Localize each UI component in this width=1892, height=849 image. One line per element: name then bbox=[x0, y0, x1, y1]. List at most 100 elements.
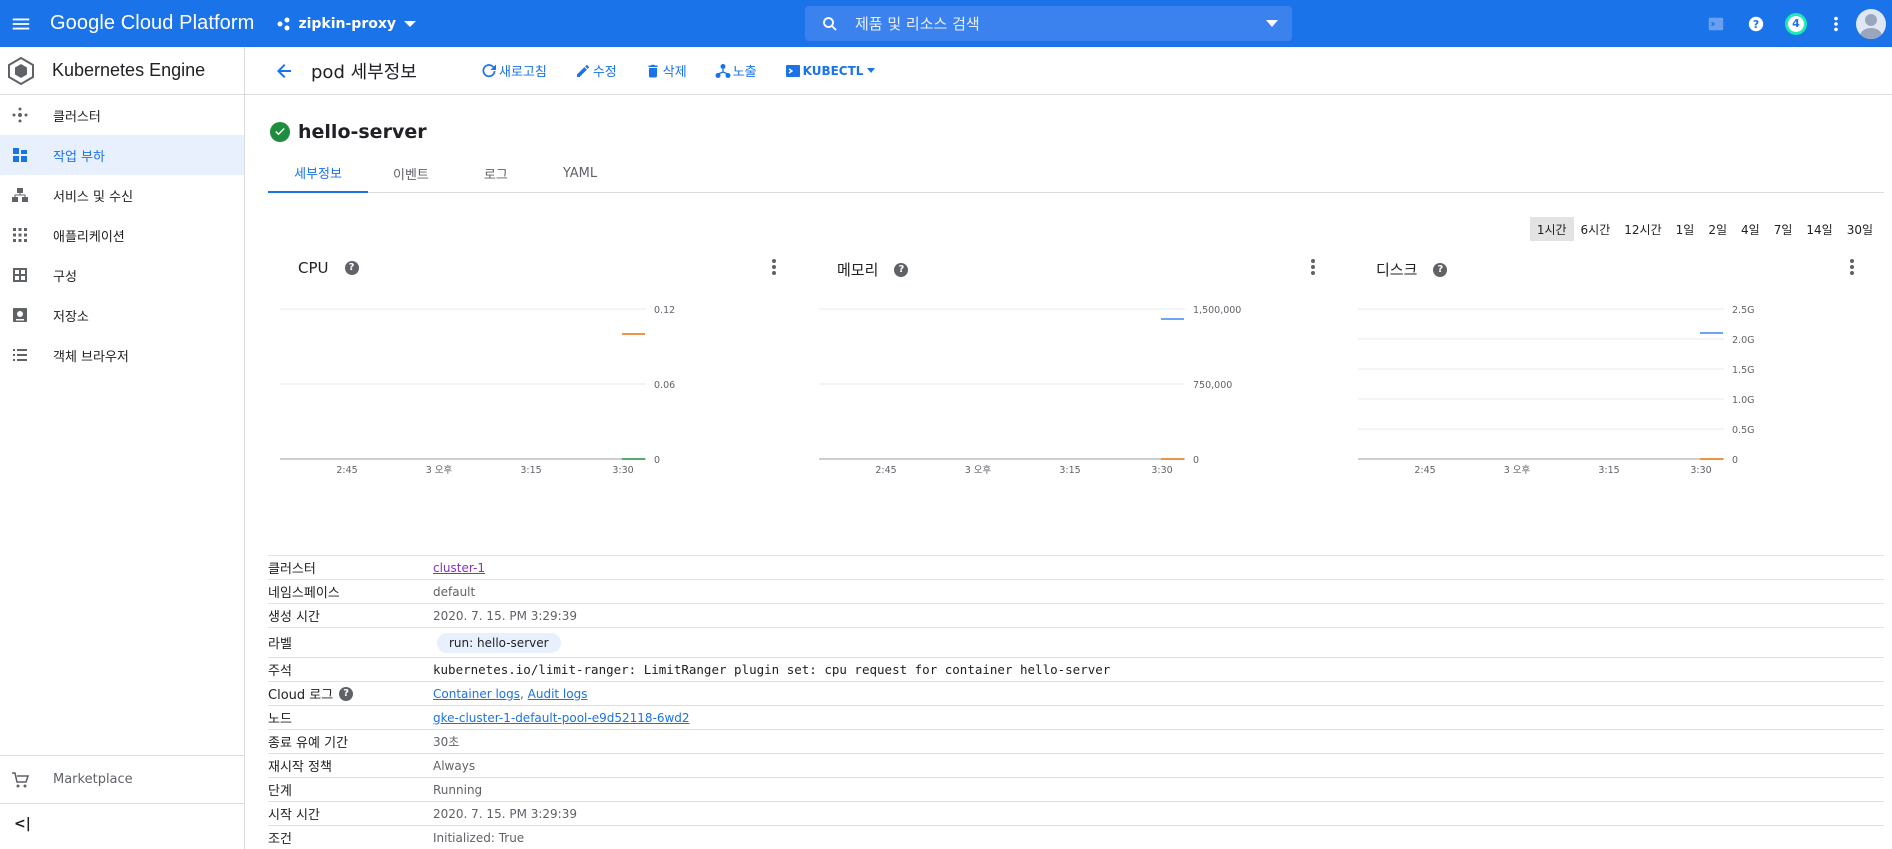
search-input[interactable]: 제품 및 리소스 검색 bbox=[805, 6, 1292, 41]
collapse-sidebar-button[interactable]: <| bbox=[0, 804, 244, 844]
detail-value: 30초 bbox=[433, 735, 460, 749]
refresh-button[interactable]: 새로고침 bbox=[481, 61, 547, 80]
edit-label: 수정 bbox=[592, 65, 617, 80]
detail-row-namespace: 네임스페이스 default bbox=[268, 579, 1884, 603]
sidebar-item-services[interactable]: 서비스 및 수신 bbox=[0, 175, 244, 215]
container-logs-link[interactable]: Container logs bbox=[433, 687, 520, 701]
sidebar-item-object-browser[interactable]: 객체 브라우저 bbox=[0, 335, 244, 375]
detail-key: 시작 시간 bbox=[268, 808, 320, 823]
time-range-selector: 1시간 6시간 12시간 1일 2일 4일 7일 14일 30일 bbox=[1529, 217, 1880, 241]
audit-logs-link[interactable]: Audit logs bbox=[528, 687, 588, 701]
range-14d[interactable]: 14일 bbox=[1799, 217, 1839, 241]
range-7d[interactable]: 7일 bbox=[1767, 217, 1800, 241]
edit-button[interactable]: 수정 bbox=[575, 61, 617, 80]
x-tick-label: 3 오후 bbox=[965, 465, 992, 476]
detail-value: 2020. 7. 15. PM 3:29:39 bbox=[433, 806, 577, 821]
hamburger-menu-icon[interactable] bbox=[0, 0, 42, 47]
kubernetes-engine-icon bbox=[8, 56, 34, 85]
cloud-shell-icon[interactable] bbox=[1696, 0, 1736, 47]
range-1h[interactable]: 1시간 bbox=[1529, 217, 1574, 241]
x-tick-label: 3:30 bbox=[612, 465, 633, 476]
x-tick-label: 2:45 bbox=[336, 465, 357, 476]
detail-row-restart-policy: 재시작 정책 Always bbox=[268, 753, 1884, 777]
sidebar-item-workloads[interactable]: 작업 부하 bbox=[0, 135, 244, 175]
sidebar-item-marketplace[interactable]: Marketplace bbox=[0, 756, 244, 804]
memory-plot: 1,500,000 750,000 0 2:45 3 오후 3:15 3:30 bbox=[819, 305, 1241, 476]
y-tick-label: 2.0G bbox=[1732, 335, 1754, 346]
detail-row-created: 생성 시간 2020. 7. 15. PM 3:29:39 bbox=[268, 603, 1884, 627]
range-6h[interactable]: 6시간 bbox=[1574, 217, 1618, 241]
help-icon[interactable]: ? bbox=[1736, 0, 1776, 47]
tab-yaml[interactable]: YAML bbox=[538, 153, 622, 193]
cluster-icon bbox=[12, 107, 28, 123]
help-icon[interactable]: ? bbox=[894, 262, 909, 277]
y-tick-label: 0.12 bbox=[654, 305, 675, 316]
range-30d[interactable]: 30일 bbox=[1840, 217, 1880, 241]
detail-key: Cloud 로그 bbox=[268, 688, 334, 703]
node-link[interactable]: gke-cluster-1-default-pool-e9d52118-6wd2 bbox=[433, 711, 690, 725]
cpu-plot: 0.12 0.06 0 2:45 3 오후 3:15 3:30 bbox=[280, 305, 675, 476]
back-button[interactable] bbox=[261, 47, 307, 95]
range-2d[interactable]: 2일 bbox=[1701, 217, 1734, 241]
more-vert-icon[interactable] bbox=[1842, 257, 1862, 281]
help-icon[interactable]: ? bbox=[1433, 262, 1448, 277]
more-vert-icon[interactable] bbox=[764, 257, 784, 281]
details-table: 클러스터 cluster-1 네임스페이스 default 생성 시간 2020. 7… bbox=[268, 555, 1884, 849]
sidebar-item-applications[interactable]: 애플리케이션 bbox=[0, 215, 244, 255]
y-tick-label: 0.06 bbox=[654, 380, 675, 391]
project-icon bbox=[277, 17, 290, 30]
detail-row-node: 노드 gke-cluster-1-default-pool-e9d52118-6w… bbox=[268, 705, 1884, 729]
x-tick-label: 3 오후 bbox=[1504, 465, 1531, 476]
avatar[interactable] bbox=[1856, 8, 1886, 39]
sidebar-item-configuration[interactable]: 구성 bbox=[0, 255, 244, 295]
y-tick-label: 0 bbox=[1732, 455, 1738, 466]
detail-key: 단계 bbox=[268, 784, 292, 799]
apps-icon bbox=[13, 228, 27, 242]
sidebar-item-label: 객체 브라우저 bbox=[53, 349, 129, 365]
tab-details[interactable]: 세부정보 bbox=[268, 153, 368, 193]
x-tick-label: 3:15 bbox=[520, 465, 541, 476]
delete-button[interactable]: 삭제 bbox=[645, 61, 687, 80]
range-1d[interactable]: 1일 bbox=[1669, 217, 1702, 241]
cluster-link[interactable]: cluster-1 bbox=[433, 561, 485, 575]
detail-key: 노드 bbox=[268, 712, 292, 727]
expose-button[interactable]: 노출 bbox=[715, 61, 757, 80]
status-ok-icon bbox=[270, 122, 290, 142]
y-tick-label: 1.5G bbox=[1732, 365, 1754, 376]
more-vert-icon[interactable] bbox=[1303, 257, 1323, 281]
sidebar-item-label: 클러스터 bbox=[53, 109, 101, 125]
svg-text:?: ? bbox=[1753, 18, 1759, 31]
x-tick-label: 2:45 bbox=[875, 465, 896, 476]
detail-row-labels: 라벨 run: hello-server bbox=[268, 627, 1884, 657]
x-tick-label: 3:30 bbox=[1690, 465, 1711, 476]
range-4d[interactable]: 4일 bbox=[1734, 217, 1767, 241]
notifications-button[interactable]: 4 bbox=[1776, 0, 1816, 47]
sidebar-item-label: 작업 부하 bbox=[53, 149, 105, 165]
search-dropdown-icon[interactable] bbox=[1266, 20, 1278, 27]
help-icon[interactable]: ? bbox=[339, 686, 354, 701]
brand-title[interactable]: Google Cloud Platform bbox=[50, 12, 254, 35]
detail-value: 2020. 7. 15. PM 3:29:39 bbox=[433, 608, 577, 623]
notification-count: 4 bbox=[1785, 12, 1807, 35]
range-12h[interactable]: 12시간 bbox=[1617, 217, 1668, 241]
tab-events[interactable]: 이벤트 bbox=[368, 153, 454, 193]
kubectl-dropdown[interactable]: KUBECTL bbox=[785, 63, 876, 79]
more-vert-icon[interactable] bbox=[1816, 0, 1856, 47]
tab-logs[interactable]: 로그 bbox=[454, 153, 538, 193]
sidebar: Kubernetes Engine 클러스터 작업 부하 서비스 및 수신 애플… bbox=[0, 47, 245, 849]
refresh-label: 새로고침 bbox=[499, 65, 547, 80]
sidebar-item-label: 애플리케이션 bbox=[53, 229, 125, 245]
top-bar: Google Cloud Platform zipkin-proxy 제품 및 … bbox=[0, 0, 1892, 47]
delete-icon bbox=[648, 64, 658, 77]
detail-key: 종료 유예 기간 bbox=[268, 736, 349, 751]
help-icon[interactable]: ? bbox=[344, 261, 359, 275]
cpu-chart: CPU? 0.12 0.06 0 2:45 3 오후 3:15 3:30 bbox=[268, 255, 798, 485]
project-selector[interactable]: zipkin-proxy bbox=[276, 16, 416, 32]
sidebar-item-clusters[interactable]: 클러스터 bbox=[0, 95, 244, 135]
x-tick-label: 2:45 bbox=[1414, 465, 1435, 476]
chevron-down-icon bbox=[404, 20, 416, 27]
page-title: pod 세부정보 bbox=[311, 61, 417, 83]
sidebar-item-storage[interactable]: 저장소 bbox=[0, 295, 244, 335]
y-tick-label: 2.5G bbox=[1732, 305, 1754, 316]
y-tick-label: 0.5G bbox=[1732, 425, 1754, 436]
